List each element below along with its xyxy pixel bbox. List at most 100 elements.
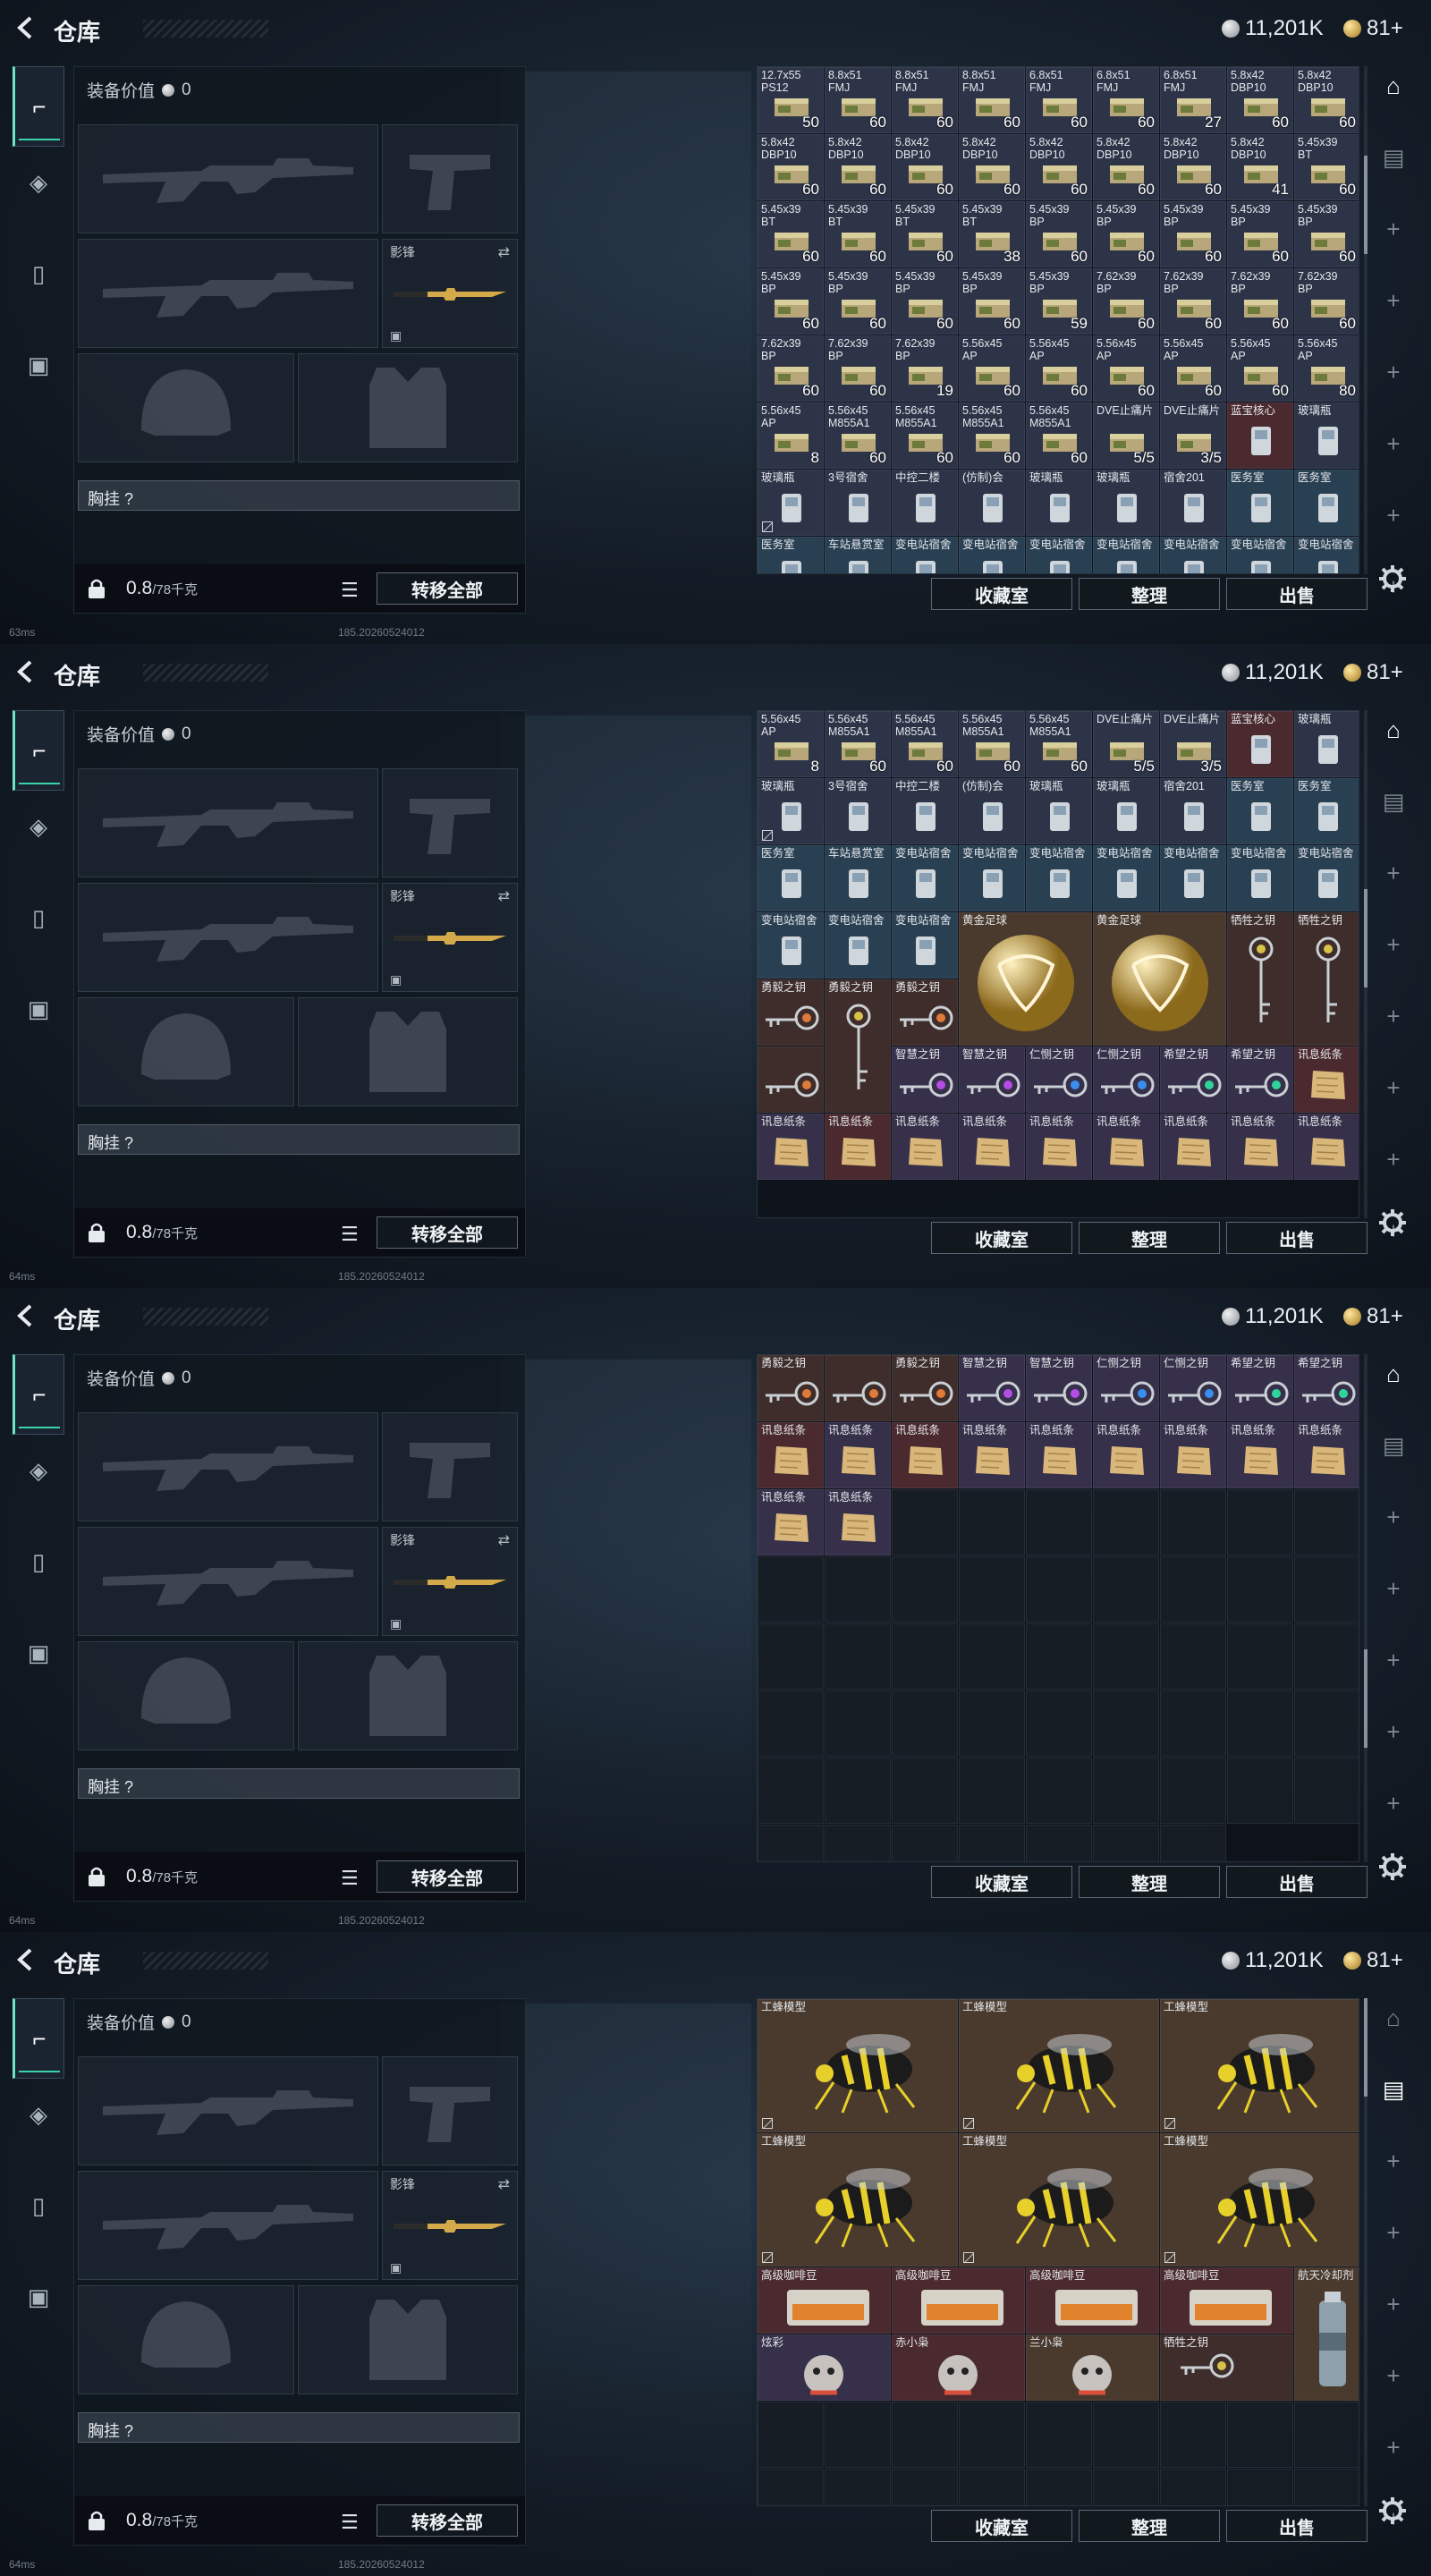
inventory-item[interactable]: 变电站宿舍 [959, 537, 1025, 573]
inventory-item[interactable]: 车站悬赏室 [825, 537, 891, 573]
sort-button[interactable]: 整理 [1079, 1222, 1220, 1254]
melee-slot[interactable]: 影锋 ⇄ ▣ [382, 883, 518, 992]
empty-slot[interactable] [959, 1690, 1025, 1757]
inventory-item[interactable]: 5.56x45 M855A1 60 [959, 711, 1025, 777]
inventory-item[interactable] [758, 1046, 824, 1113]
empty-slot[interactable] [1093, 1825, 1159, 1861]
sell-button[interactable]: 出售 [1226, 578, 1367, 610]
inventory-item[interactable]: 勇毅之钥 [825, 979, 891, 1113]
empty-slot[interactable] [1294, 2469, 1359, 2505]
add-page-4[interactable]: + [1374, 2356, 1413, 2395]
bag-tab[interactable]: ▣ [13, 982, 64, 1036]
empty-slot[interactable] [892, 1623, 958, 1690]
inventory-item[interactable]: 智慧之钥 [959, 1046, 1025, 1113]
empty-slot[interactable] [1093, 1556, 1159, 1623]
grid-scrollbar[interactable] [1364, 1998, 1367, 2506]
inventory-item[interactable]: 蓝宝核心 [1227, 711, 1293, 777]
inventory-item[interactable]: 希望之钥 [1227, 1355, 1293, 1421]
inventory-item[interactable]: 3号宿舍 [825, 778, 891, 844]
sidearm-slot[interactable] [382, 124, 518, 233]
empty-slot[interactable] [892, 1556, 958, 1623]
weapon-tab[interactable]: ⌐ [13, 66, 64, 147]
empty-slot[interactable] [892, 1825, 958, 1861]
inventory-item[interactable]: 5.45x39 BP 60 [825, 268, 891, 335]
empty-slot[interactable] [1294, 1489, 1359, 1555]
empty-slot[interactable] [1160, 2469, 1226, 2505]
empty-slot[interactable] [1227, 1758, 1293, 1824]
inventory-item[interactable]: 讯息纸条 [758, 1114, 824, 1180]
safebox-tab[interactable]: ▤ [1374, 138, 1413, 177]
inventory-item[interactable]: 5.45x39 BP 60 [959, 268, 1025, 335]
inventory-item[interactable]: 牺牲之钥 [1227, 912, 1293, 1046]
inventory-item[interactable]: 5.56x45 M855A1 60 [1026, 711, 1092, 777]
storage-grid[interactable]: 工蜂模型 工蜂模型 工蜂模型 工蜂模型 工蜂模型 工蜂模型 高级咖啡豆 高级咖啡豆 高级咖啡豆高… [757, 1998, 1359, 2506]
empty-slot[interactable] [1026, 1489, 1092, 1555]
inventory-item[interactable]: 变电站宿舍 [1227, 537, 1293, 573]
armor-slot[interactable] [298, 1641, 518, 1750]
inventory-item[interactable] [825, 1355, 891, 1421]
inventory-item[interactable]: 讯息纸条 [758, 1422, 824, 1488]
empty-slot[interactable] [1026, 1758, 1092, 1824]
primary-weapon-slot[interactable] [78, 2056, 378, 2165]
melee-slot[interactable]: 影锋 ⇄ ▣ [382, 2171, 518, 2280]
empty-slot[interactable] [1160, 1489, 1226, 1555]
inventory-item[interactable]: 仁恻之钥 [1093, 1355, 1159, 1421]
empty-slot[interactable] [959, 1825, 1025, 1861]
inventory-item[interactable]: 玻璃瓶 [1026, 470, 1092, 536]
inventory-item[interactable]: 高级咖啡豆 [1160, 2267, 1293, 2334]
collection-button[interactable]: 收藏室 [931, 578, 1072, 610]
settings-gear-icon[interactable] [1377, 2496, 1408, 2526]
scrollbar-thumb[interactable] [1364, 1649, 1367, 1748]
inventory-item[interactable]: 牺牲之钥 [1160, 2334, 1293, 2401]
inventory-item[interactable]: 勇毅之钥 [892, 979, 958, 1046]
inventory-item[interactable]: 5.8x42 DBP10 41 [1227, 134, 1293, 200]
add-page-4[interactable]: + [1374, 424, 1413, 463]
empty-slot[interactable] [892, 1489, 958, 1555]
list-icon[interactable]: ☰ [341, 579, 359, 602]
collection-button[interactable]: 收藏室 [931, 1222, 1072, 1254]
add-page-3[interactable]: + [1374, 2284, 1413, 2324]
inventory-item[interactable]: 讯息纸条 [959, 1422, 1025, 1488]
add-page-5[interactable]: + [1374, 496, 1413, 535]
primary-weapon-slot[interactable] [78, 768, 378, 877]
inventory-item[interactable]: 5.56x45 M855A1 60 [825, 711, 891, 777]
weapon-tab[interactable]: ⌐ [13, 710, 64, 791]
inventory-item[interactable]: 5.56x45 AP 60 [1026, 335, 1092, 402]
sort-button[interactable]: 整理 [1079, 1866, 1220, 1898]
inventory-item[interactable]: 讯息纸条 [959, 1114, 1025, 1180]
inventory-item[interactable]: 5.8x42 DBP10 60 [1160, 134, 1226, 200]
empty-slot[interactable] [1227, 1556, 1293, 1623]
safebox-tab[interactable]: ▤ [1374, 782, 1413, 821]
inventory-item[interactable]: 讯息纸条 [1160, 1422, 1226, 1488]
inventory-item[interactable]: 讯息纸条 [892, 1422, 958, 1488]
bag-tab[interactable]: ▣ [13, 338, 64, 392]
empty-slot[interactable] [1294, 1758, 1359, 1824]
inventory-item[interactable]: 工蜂模型 [1160, 2133, 1359, 2267]
melee-slot[interactable]: 影锋 ⇄ ▣ [382, 1527, 518, 1636]
empty-slot[interactable] [825, 1690, 891, 1757]
inventory-item[interactable]: 5.45x39 BT 60 [892, 201, 958, 267]
empty-slot[interactable] [758, 2402, 824, 2468]
empty-slot[interactable] [825, 1825, 891, 1861]
inventory-item[interactable]: 7.62x39 BP 60 [1294, 268, 1359, 335]
inventory-item[interactable]: 5.45x39 BT 60 [1294, 134, 1359, 200]
inventory-item[interactable]: 变电站宿舍 [1026, 845, 1092, 911]
inventory-item[interactable]: 5.45x39 BT 60 [758, 201, 824, 267]
armor-tab[interactable]: ◈ [13, 156, 64, 209]
add-page-2[interactable]: + [1374, 2213, 1413, 2252]
settings-gear-icon[interactable] [1377, 1208, 1408, 1238]
empty-slot[interactable] [1026, 1825, 1092, 1861]
inventory-item[interactable]: 讯息纸条 [1093, 1422, 1159, 1488]
empty-slot[interactable] [1093, 1489, 1159, 1555]
transfer-all-button[interactable]: 转移全部 [377, 572, 518, 605]
empty-slot[interactable] [1160, 1825, 1226, 1861]
inventory-item[interactable]: 兰小枭 [1026, 2334, 1159, 2401]
armor-tab[interactable]: ◈ [13, 800, 64, 853]
add-page-5[interactable]: + [1374, 2428, 1413, 2467]
inventory-item[interactable]: 宿舍201 [1160, 470, 1226, 536]
inventory-item[interactable]: 中控二楼 [892, 470, 958, 536]
inventory-item[interactable]: 讯息纸条 [1294, 1046, 1359, 1113]
grid-scrollbar[interactable] [1364, 66, 1367, 574]
inventory-item[interactable]: 7.62x39 BP 19 [892, 335, 958, 402]
empty-slot[interactable] [825, 1623, 891, 1690]
